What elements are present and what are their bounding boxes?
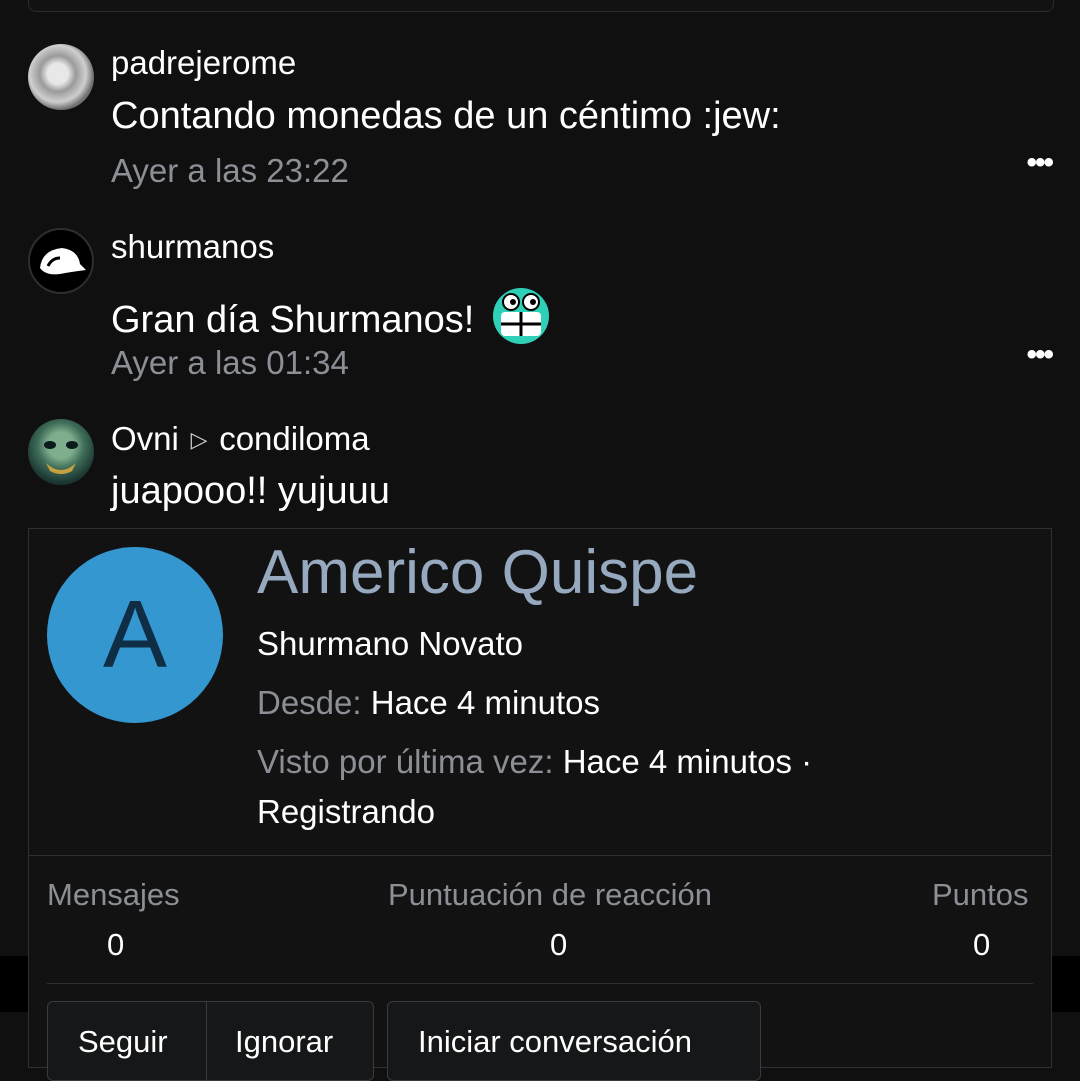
post-content: Contando monedas de un céntimo :jew:	[111, 95, 781, 137]
start-conversation-label: Iniciar conversación	[418, 1024, 692, 1059]
cap-icon	[40, 248, 86, 275]
username[interactable]: padrejerome	[111, 44, 296, 82]
last-seen-value: Hace 4 minutos ·	[562, 743, 813, 780]
username[interactable]: shurmanos	[111, 228, 274, 266]
avatar-ovni[interactable]	[28, 419, 94, 485]
avatar-padrejerome[interactable]	[28, 44, 94, 110]
smiley-emoji-icon	[492, 288, 549, 344]
previous-card	[28, 0, 1054, 12]
divider	[47, 983, 1033, 984]
stat-reactions-value: 0	[550, 927, 568, 962]
joined-value: Hace 4 minutos	[370, 684, 601, 721]
post-content: juapooo!! yujuuu	[111, 470, 390, 512]
zombie-face-icon	[44, 441, 78, 474]
ignore-button-label: Ignorar	[235, 1024, 334, 1059]
follow-button[interactable]: Seguir	[47, 1001, 207, 1081]
avatar-shurmanos[interactable]	[28, 228, 94, 294]
bottom-bar-right	[1052, 956, 1080, 1012]
last-seen-label: Visto por última vez:	[257, 743, 554, 780]
post-text: Gran día Shurmanos!	[111, 299, 475, 341]
stat-reactions-label[interactable]: Puntuación de reacción	[388, 877, 712, 913]
more-options-icon[interactable]: •••	[1026, 338, 1053, 372]
follow-button-label: Seguir	[78, 1024, 168, 1059]
target-username[interactable]: condiloma	[219, 420, 369, 457]
stat-points-label[interactable]: Puntos	[932, 877, 1029, 913]
profile-user-title: Shurmano Novato	[257, 625, 523, 662]
username[interactable]: Ovni	[111, 420, 179, 457]
divider	[29, 855, 1051, 856]
bottom-bar-left	[0, 956, 28, 1012]
post-author-line: Ovni ▷ condiloma	[111, 420, 370, 458]
stat-messages-label[interactable]: Mensajes	[47, 877, 180, 913]
profile-name[interactable]: Americo Quispe	[257, 537, 698, 608]
profile-joined-row: Desde: Hace 4 minutos	[257, 684, 600, 722]
last-seen-activity: Registrando	[257, 793, 435, 830]
arrow-right-icon: ▷	[190, 427, 208, 452]
stat-points-value: 0	[973, 927, 991, 962]
ignore-button[interactable]: Ignorar	[206, 1001, 374, 1081]
more-options-icon[interactable]: •••	[1026, 146, 1053, 180]
start-conversation-button[interactable]: Iniciar conversación	[387, 1001, 761, 1081]
post-time[interactable]: Ayer a las 01:34	[111, 344, 349, 382]
stat-messages-value: 0	[107, 927, 125, 962]
member-tooltip-card: A Americo Quispe Shurmano Novato Desde: …	[28, 528, 1052, 1081]
profile-avatar[interactable]: A	[47, 547, 223, 723]
post-content: Gran día Shurmanos!	[111, 286, 551, 346]
joined-label: Desde:	[257, 684, 362, 721]
profile-last-seen-row: Visto por última vez: Hace 4 minutos ·	[257, 743, 812, 781]
post-time[interactable]: Ayer a las 23:22	[111, 152, 349, 190]
